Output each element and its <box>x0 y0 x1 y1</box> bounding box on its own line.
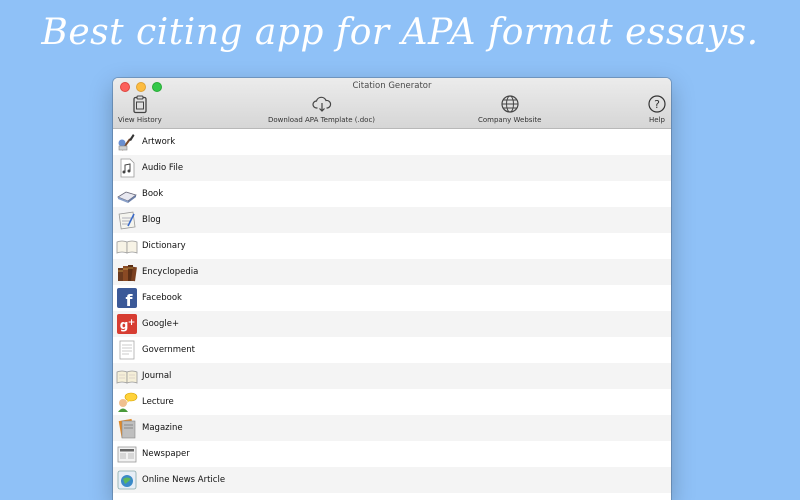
list-item-magazine[interactable]: Magazine <box>113 415 671 441</box>
encyclopedia-icon <box>118 265 137 282</box>
magazine-icon <box>118 418 136 439</box>
artwork-icon <box>118 134 135 151</box>
svg-text:?: ? <box>654 98 660 111</box>
titlebar: Citation Generator View History Download… <box>113 78 671 129</box>
download-template-button[interactable]: Download APA Template (.doc) <box>268 94 375 124</box>
list-item-facebook[interactable]: f Facebook <box>113 285 671 311</box>
journal-icon <box>116 370 138 384</box>
view-history-button[interactable]: View History <box>118 94 162 124</box>
list-item-online-news-article[interactable]: Online News Article <box>113 467 671 493</box>
help-icon: ? <box>648 95 666 113</box>
list-item-blog[interactable]: Blog <box>113 207 671 233</box>
list-item-artwork[interactable]: Artwork <box>113 129 671 155</box>
list-item-encyclopedia[interactable]: Encyclopedia <box>113 259 671 285</box>
app-window: Citation Generator View History Download… <box>113 78 671 500</box>
list-item-audio-file[interactable]: Audio File <box>113 155 671 181</box>
headline: Best citing app for APA format essays. <box>41 12 759 53</box>
facebook-icon: f <box>117 288 137 309</box>
cloud-download-icon <box>311 96 331 112</box>
list-item-book[interactable]: Book <box>113 181 671 207</box>
online-news-icon <box>117 470 137 490</box>
list-item-newspaper[interactable]: Newspaper <box>113 441 671 467</box>
clipboard-icon <box>133 95 147 114</box>
list-item-lecture[interactable]: Lecture <box>113 389 671 415</box>
list-item-dictionary[interactable]: Dictionary <box>113 233 671 259</box>
blog-icon <box>118 211 136 230</box>
book-icon <box>117 191 137 203</box>
lecture-icon <box>118 392 138 412</box>
list-item-journal[interactable]: Journal <box>113 363 671 389</box>
list-item-google-plus[interactable]: g + Google+ <box>113 311 671 337</box>
svg-text:+: + <box>128 318 136 328</box>
citation-type-list: Artwork Audio File Book Blog Dictionary … <box>113 129 671 493</box>
window-title: Citation Generator <box>352 81 432 91</box>
audio-file-icon <box>120 158 135 178</box>
svg-text:f: f <box>126 291 134 309</box>
newspaper-icon <box>117 446 137 463</box>
company-website-button[interactable]: Company Website <box>478 94 541 124</box>
globe-icon <box>501 95 519 113</box>
dictionary-icon <box>116 240 138 254</box>
help-button[interactable]: ? Help <box>647 94 667 124</box>
google-plus-icon: g + <box>117 314 137 334</box>
government-icon <box>119 340 135 360</box>
list-item-government[interactable]: Government <box>113 337 671 363</box>
